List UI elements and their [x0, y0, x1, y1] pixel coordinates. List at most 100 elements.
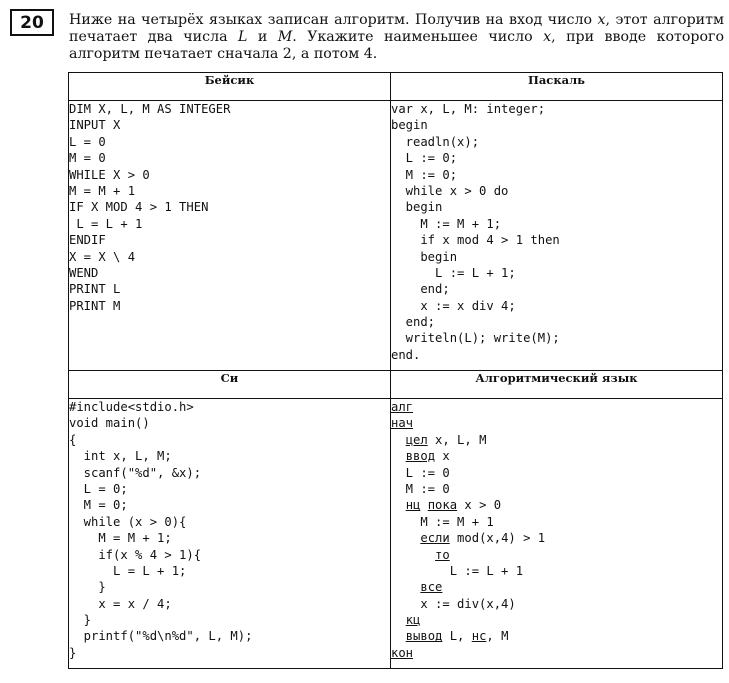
code-line: если mod(x,4) > 1: [391, 530, 722, 546]
code-line: все: [391, 579, 722, 595]
code-line: IF X MOD 4 > 1 THEN: [69, 200, 209, 215]
pascal-code: var x, L, M: integer; begin readln(x); L …: [391, 101, 722, 363]
header-algo: Алгоритмический язык: [390, 370, 723, 399]
code-line: M = 0: [69, 151, 106, 166]
code-line: M = M + 1: [69, 183, 136, 198]
header-pascal: Паскаль: [390, 72, 723, 101]
code-text: L,: [442, 629, 472, 644]
keyword: нц: [405, 498, 421, 513]
code-line: scanf("%d", &x);: [69, 465, 202, 480]
task-statement: Ниже на четырёх языках записан алгоритм.…: [69, 12, 724, 64]
code-line: begin: [391, 249, 458, 264]
keyword: кц: [405, 613, 421, 628]
code-line: M := M + 1;: [391, 216, 502, 231]
code-text: L := 0: [391, 465, 450, 480]
code-line: кон: [391, 645, 722, 661]
code-line: M := 0: [391, 481, 722, 497]
code-line: X = X \ 4: [69, 249, 136, 264]
code-text: , M: [486, 629, 509, 644]
code-line: if x mod 4 > 1 then: [391, 233, 560, 248]
c-code: #include<stdio.h> void main(){ int x, L, …: [69, 399, 390, 661]
statement-text: . Укажите наименьшее число: [292, 29, 544, 46]
code-line: L := L + 1;: [391, 265, 516, 280]
keyword: если: [420, 531, 450, 546]
keyword: все: [420, 580, 443, 595]
code-line: L := 0;: [391, 151, 458, 166]
code-line: while x > 0 do: [391, 183, 509, 198]
variable-x: x: [597, 12, 606, 28]
keyword: пока: [427, 498, 458, 513]
code-line: while (x > 0){: [69, 514, 187, 529]
code-line: WEND: [69, 265, 99, 280]
code-line: end;: [391, 282, 450, 297]
code-line: M := M + 1: [391, 514, 722, 530]
keyword: ввод: [405, 449, 436, 464]
code-line: begin: [391, 118, 428, 133]
variable-m: M: [277, 29, 293, 46]
code-line: INPUT X: [69, 118, 121, 133]
code-line: if(x % 4 > 1){: [69, 547, 202, 562]
variable-l: L: [237, 29, 248, 46]
basic-code: DIM X, L, M AS INTEGER INPUT XL = 0M = 0W…: [69, 101, 390, 314]
keyword: нс: [471, 629, 487, 644]
code-text: x := div(x,4): [391, 596, 516, 611]
keyword: цел: [405, 432, 428, 447]
code-line: L := L + 1: [391, 563, 722, 579]
code-line: }: [69, 645, 77, 660]
keyword: алг: [391, 400, 414, 414]
code-line: L = 0;: [69, 481, 128, 496]
algo-code-cell: алг нач цел x, L, M ввод x L := 0 M := 0 …: [390, 398, 723, 669]
code-line: printf("%d\n%d", L, M);: [69, 629, 253, 644]
code-line: writeln(L); write(M);: [391, 331, 560, 346]
algo-code: алг нач цел x, L, M ввод x L := 0 M := 0 …: [391, 399, 722, 661]
code-line: M = 0;: [69, 498, 128, 513]
header-c: Си: [68, 370, 391, 399]
task-number: 20: [10, 9, 54, 36]
code-line: L = L + 1: [69, 216, 143, 231]
code-line: PRINT L: [69, 282, 121, 297]
variable-x: x: [543, 29, 552, 46]
code-line: {: [69, 432, 77, 447]
code-table: Бейсик Паскаль DIM X, L, M AS INTEGER INP…: [68, 72, 723, 669]
code-line: кц: [391, 612, 722, 628]
keyword: вывод: [405, 629, 443, 644]
keyword: кон: [391, 645, 414, 660]
code-text: L := L + 1: [391, 563, 524, 578]
code-line: end;: [391, 315, 436, 330]
code-line: ввод x: [391, 448, 722, 464]
statement-text: Ниже на четырёх языках записан алгоритм.…: [69, 12, 598, 28]
code-line: M := 0;: [391, 167, 458, 182]
code-line: нц пока x > 0: [391, 497, 722, 513]
code-line: }: [69, 613, 92, 628]
code-line: M = M + 1;: [69, 531, 172, 546]
code-line: PRINT M: [69, 298, 121, 313]
code-line: #include<stdio.h>: [69, 400, 194, 414]
code-text: M := 0: [391, 481, 450, 496]
code-line: end.: [391, 347, 421, 362]
code-line: WHILE X > 0: [69, 167, 150, 182]
code-line: void main(): [69, 416, 150, 431]
statement-text: и: [247, 29, 278, 46]
code-text: x, L, M: [427, 432, 487, 447]
code-line: L := 0: [391, 465, 722, 481]
pascal-code-cell: var x, L, M: integer; begin readln(x); L …: [390, 100, 723, 371]
code-line: L = 0: [69, 134, 106, 149]
code-line: begin: [391, 200, 443, 215]
code-line: нач: [391, 415, 722, 431]
code-line: x = x / 4;: [69, 596, 172, 611]
code-line: алг: [391, 399, 722, 415]
code-text: x > 0: [457, 498, 502, 513]
code-line: то: [391, 547, 722, 563]
code-line: L = L + 1;: [69, 563, 187, 578]
code-line: int x, L, M;: [69, 449, 172, 464]
code-line: вывод L, нс, M: [391, 628, 722, 644]
